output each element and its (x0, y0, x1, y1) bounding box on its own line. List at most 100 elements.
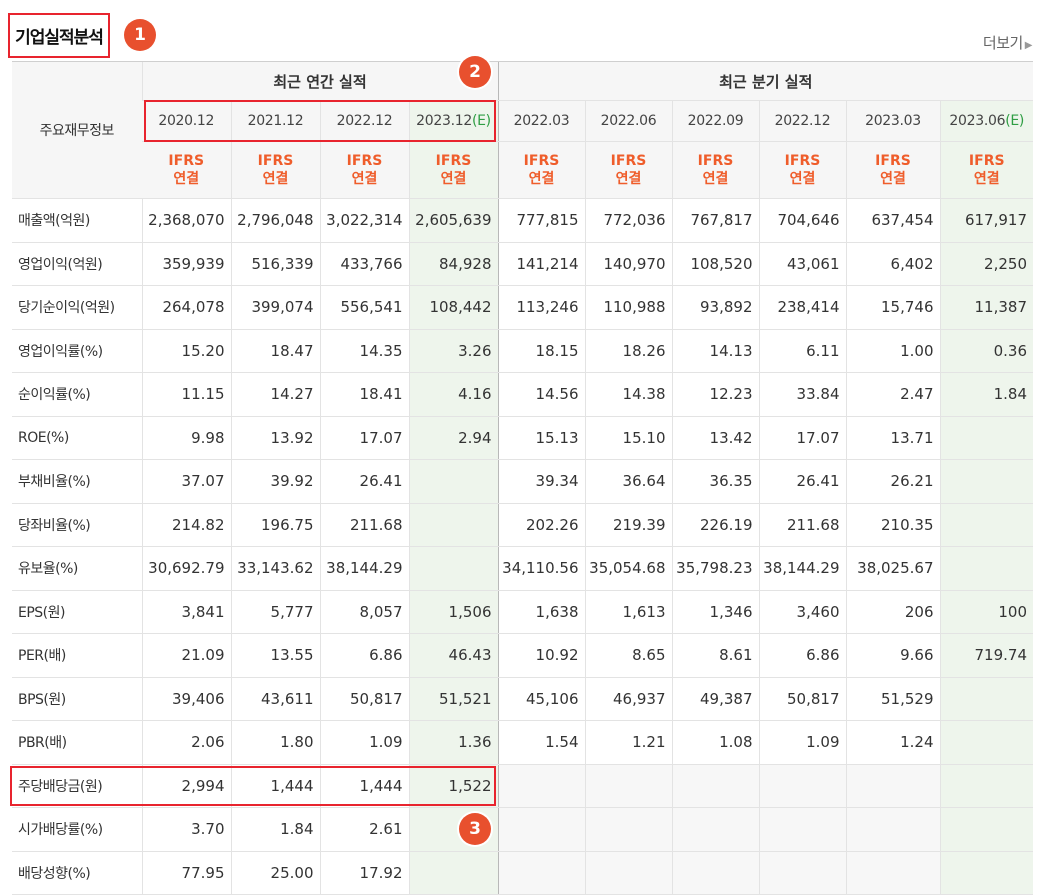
table-cell (939, 459, 1033, 504)
table-cell: 2.61 (319, 807, 409, 852)
table-cell: 359,939 (141, 242, 231, 286)
row-label: 배당성향(%) (12, 851, 142, 895)
row-label: 부채비율(%) (12, 459, 142, 504)
table-cell: 11,387 (939, 285, 1033, 330)
table-cell: 46.43 (408, 633, 498, 678)
table-cell: 3,460 (758, 589, 846, 634)
table-cell (939, 851, 1033, 895)
table-cell (939, 807, 1033, 852)
table-cell: 33.84 (758, 372, 846, 417)
table-cell: 13.92 (230, 416, 320, 460)
table-cell: 210.35 (845, 503, 940, 547)
table-cell: 1,346 (671, 589, 759, 634)
row-label: 매출액(억원) (12, 198, 142, 243)
table-cell: 100 (939, 589, 1033, 634)
table-cell: 25.00 (230, 851, 320, 895)
table-cell: 1.36 (408, 720, 498, 765)
table-cell: 0.36 (939, 328, 1033, 373)
table-cell: 38,144.29 (319, 546, 409, 591)
row-label: 유보율(%) (12, 546, 142, 591)
period-header-quarter: 2023.06(E) (939, 100, 1033, 142)
table-cell: 399,074 (230, 285, 320, 330)
table-cell: 140,970 (584, 242, 672, 286)
table-cell: 9.98 (141, 416, 231, 460)
table-cell: 15.20 (141, 328, 231, 373)
table-cell: 77.95 (141, 851, 231, 895)
row-label: 순이익률(%) (12, 372, 142, 417)
table-row: BPS(원) 39,406 43,611 50,817 51,521 45,106 46,9… (12, 677, 1033, 721)
table-cell: 8.65 (584, 633, 672, 678)
table-cell: 39,406 (141, 677, 231, 721)
table-row: PBR(배) 2.06 1.80 1.09 1.36 1.54 1.21 1.08 1.09 1.… (12, 720, 1033, 765)
row-label: 시가배당률(%) (12, 807, 142, 852)
table-cell: 2,796,048 (230, 198, 320, 243)
table-cell: 6.11 (758, 328, 846, 373)
table-cell: 1.00 (845, 328, 940, 373)
table-cell: 2.47 (845, 372, 940, 417)
table-cell: 777,815 (497, 198, 585, 243)
ifrs-consolidated-badge: IFRS 연결 (497, 141, 585, 199)
table-row: EPS(원) 3,841 5,777 8,057 1,506 1,638 1,613 1,34… (12, 589, 1033, 634)
row-label: 주당배당금(원) (12, 763, 142, 808)
table-cell: 4.16 (408, 372, 498, 417)
table-cell: 8.61 (671, 633, 759, 678)
table-cell: 13.42 (671, 416, 759, 460)
table-cell: 14.27 (230, 372, 320, 417)
table-cell: 15.10 (584, 416, 672, 460)
table-cell (939, 546, 1033, 591)
ifrs-consolidated-badge: IFRS 연결 (142, 141, 231, 199)
table-cell: 617,917 (939, 198, 1033, 243)
annotation-badge-3: 3 (459, 813, 491, 845)
table-cell: 1,444 (319, 763, 409, 808)
consolidated-label: 연결 (262, 171, 289, 187)
table-cell: 1,444 (230, 763, 320, 808)
table-row: ROE(%) 9.98 13.92 17.07 2.94 15.13 15.10 13.42 1… (12, 416, 1033, 460)
table-cell: 1,613 (584, 589, 672, 634)
table-cell: 15,746 (845, 285, 940, 330)
ifrs-consolidated-badge: IFRS 연결 (845, 141, 940, 199)
more-link-label: 더보기 (982, 34, 1023, 52)
table-row: 부채비율(%) 37.07 39.92 26.41 39.34 36.64 36.35 26.… (12, 459, 1033, 504)
table-row: 주당배당금(원) 2,994 1,444 1,444 1,522 (12, 763, 1033, 808)
table-row: 시가배당률(%) 3.70 1.84 2.61 (12, 807, 1033, 852)
table-cell: 11.15 (141, 372, 231, 417)
table-cell: 113,246 (497, 285, 585, 330)
table-cell: 51,521 (408, 677, 498, 721)
ifrs-label: IFRS (697, 153, 734, 169)
table-cell: 46,937 (584, 677, 672, 721)
table-cell (671, 807, 759, 852)
table-cell: 43,061 (758, 242, 846, 286)
row-label: 당기순이익(억원) (12, 285, 142, 330)
table-cell: 772,036 (584, 198, 672, 243)
row-header-label: 주요재무정보 (12, 61, 142, 199)
table-cell (845, 763, 940, 808)
table-cell: 1.54 (497, 720, 585, 765)
table-cell: 33,143.62 (230, 546, 320, 591)
table-cell (845, 851, 940, 895)
table-cell: 17.07 (758, 416, 846, 460)
period-header-annual: 2022.12 (319, 100, 409, 142)
table-cell: 1,638 (497, 589, 585, 634)
table-cell: 704,646 (758, 198, 846, 243)
table-cell: 637,454 (845, 198, 940, 243)
table-cell: 226.19 (671, 503, 759, 547)
section-title: 기업실적분석 (8, 13, 110, 58)
annual-group-header: 최근 연간 실적 (141, 61, 498, 101)
ifrs-consolidated-badge: IFRS 연결 (758, 141, 846, 199)
estimate-marker: (E) (1005, 113, 1025, 129)
table-cell: 26.41 (758, 459, 846, 504)
table-cell: 14.13 (671, 328, 759, 373)
more-link[interactable]: 더보기 ▶ (982, 32, 1033, 53)
table-cell: 3.70 (141, 807, 231, 852)
table-cell (845, 807, 940, 852)
consolidated-label: 연결 (880, 171, 906, 187)
table-cell: 51,529 (845, 677, 940, 721)
table-cell (758, 851, 846, 895)
table-cell: 12.23 (671, 372, 759, 417)
table-cell: 1,522 (408, 763, 498, 808)
ifrs-consolidated-badge: IFRS 연결 (939, 141, 1033, 199)
table-cell (408, 459, 498, 504)
table-cell: 211.68 (758, 503, 846, 547)
period-label: 2022.06 (600, 113, 657, 129)
table-cell: 18.15 (497, 328, 585, 373)
